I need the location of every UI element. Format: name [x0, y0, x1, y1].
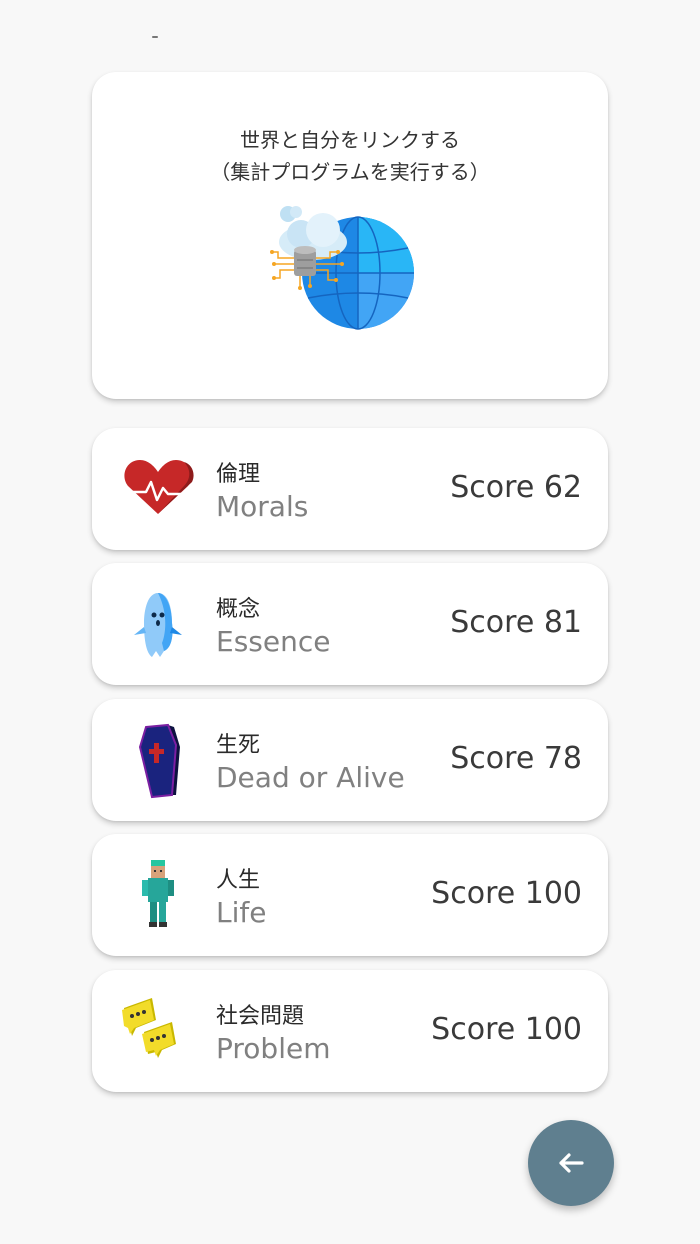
category-card-life[interactable]: 人生 Life Score 100	[92, 834, 608, 956]
category-en-label: Essence	[216, 625, 331, 658]
link-world-card[interactable]: 世界と自分をリンクする （集計プログラムを実行する）	[92, 72, 608, 399]
arrow-left-icon	[559, 1153, 584, 1173]
person-icon	[142, 860, 174, 927]
category-score: Score 81	[450, 605, 582, 640]
hero-title: 世界と自分をリンクする	[240, 128, 460, 152]
category-en-label: Problem	[216, 1032, 331, 1065]
category-jp-label: 倫理	[216, 462, 261, 487]
screen: 世界と自分をリンクする （集計プログラムを実行する） 倫理 Morals Sco…	[0, 0, 700, 1244]
category-jp-label: 社会問題	[216, 1004, 305, 1029]
category-en-label: Dead or Alive	[216, 761, 405, 794]
category-en-label: Life	[216, 896, 267, 929]
coffin-icon	[138, 723, 180, 799]
status-indicator	[152, 36, 158, 38]
category-jp-label: 人生	[216, 868, 261, 893]
category-card-morals[interactable]: 倫理 Morals Score 62	[92, 428, 608, 550]
category-jp-label: 概念	[216, 597, 261, 622]
category-score: Score 78	[450, 741, 582, 776]
category-card-problem[interactable]: 社会問題 Problem Score 100	[92, 970, 608, 1092]
category-jp-label: 生死	[216, 733, 261, 758]
back-button[interactable]	[528, 1120, 614, 1206]
category-score: Score 100	[431, 876, 582, 911]
category-score: Score 100	[431, 1012, 582, 1047]
category-score: Score 62	[450, 470, 582, 505]
ghost-icon	[134, 593, 182, 657]
chat-bubbles-icon	[122, 998, 176, 1058]
heart-pulse-icon	[124, 460, 194, 514]
category-card-dead-or-alive[interactable]: 生死 Dead or Alive Score 78	[92, 699, 608, 821]
cloud-globe-network-icon	[270, 206, 414, 330]
hero-subtitle: （集計プログラムを実行する）	[210, 160, 490, 184]
category-card-essence[interactable]: 概念 Essence Score 81	[92, 563, 608, 685]
category-en-label: Morals	[216, 490, 309, 523]
